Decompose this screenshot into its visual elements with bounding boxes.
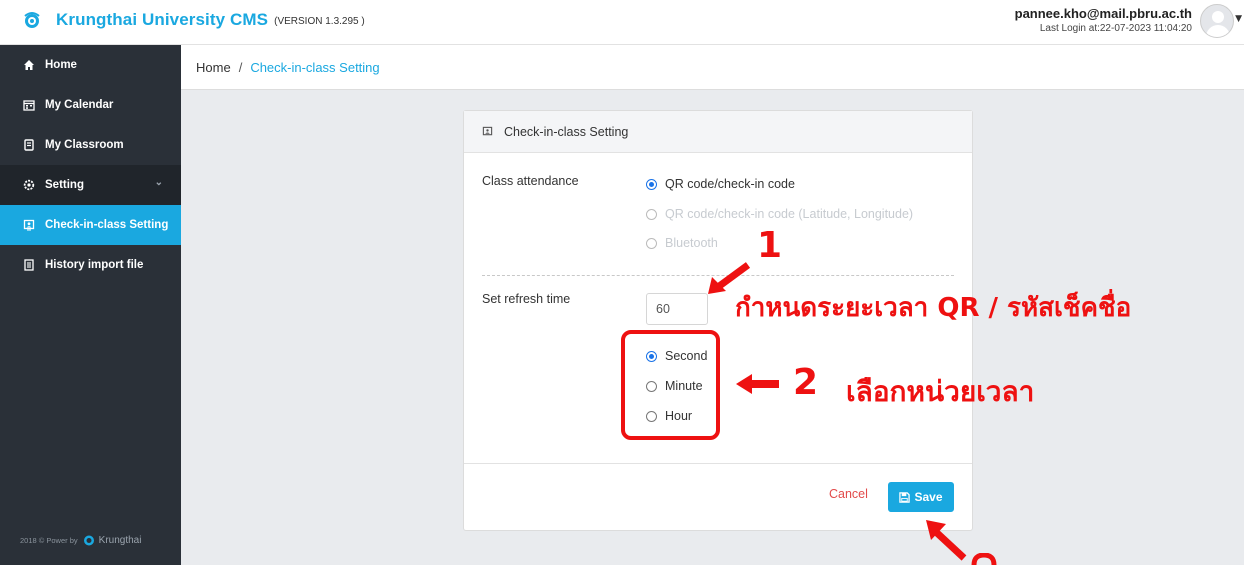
top-header: Krungthai University CMS (VERSION 1.3.29…: [0, 0, 1244, 45]
sidebar-item-home[interactable]: Home: [0, 45, 181, 85]
sidebar-item-history-import-file[interactable]: History import file: [0, 245, 181, 285]
gear-icon: [22, 178, 36, 192]
cancel-button[interactable]: Cancel: [829, 487, 868, 501]
sidebar-item-my-classroom[interactable]: My Classroom: [0, 125, 181, 165]
footer-text: 2018 © Power by: [20, 535, 78, 545]
checkin-icon: [22, 218, 36, 232]
checkin-icon: [482, 126, 494, 138]
radio-selected[interactable]: [646, 178, 657, 190]
sidebar-item-label: My Classroom: [45, 139, 124, 151]
annotation-step2-text: เลือกหน่วยเวลา: [846, 375, 1035, 408]
chevron-down-icon: ⌄: [154, 177, 163, 188]
annotation-step1-text: กำหนดระยะเวลา QR / รหัสเช็คชื่อ: [735, 293, 1132, 323]
calendar-icon: [22, 98, 36, 112]
sidebar-item-label: Check-in-class Setting: [45, 219, 169, 231]
save-icon: [899, 491, 911, 503]
app-version: (VERSION 1.3.295 ): [274, 16, 365, 27]
book-icon: [22, 138, 36, 152]
krungthai-footer-logo-icon: [82, 533, 96, 547]
sidebar-item-my-calendar[interactable]: My Calendar: [0, 85, 181, 125]
breadcrumb-home[interactable]: Home: [196, 60, 231, 75]
breadcrumb-separator: /: [238, 59, 243, 75]
sidebar-item-label: Home: [45, 59, 77, 71]
avatar[interactable]: [1200, 4, 1234, 38]
user-menu-caret-icon[interactable]: ▼: [1235, 14, 1242, 24]
user-info[interactable]: pannee.kho@mail.pbru.ac.th Last Login at…: [1015, 6, 1192, 34]
annotation-arrow-2-icon: [736, 374, 779, 394]
attendance-option-qr-location[interactable]: QR code/check-in code (Latitude, Longitu…: [646, 207, 913, 221]
sidebar-footer: 2018 © Power by Krungthai: [20, 533, 141, 547]
attendance-option-bluetooth[interactable]: Bluetooth: [646, 236, 718, 250]
brand-name: Krungthai University CMS: [56, 10, 269, 29]
attendance-label: Class attendance: [482, 174, 579, 188]
card-header: Check-in-class Setting: [464, 111, 972, 153]
sidebar-item-label: My Calendar: [45, 99, 114, 111]
option-label: QR code/check-in code: [665, 177, 795, 191]
krungthai-logo-icon: [22, 10, 42, 30]
save-label: Save: [914, 490, 943, 504]
home-icon: [22, 58, 36, 72]
sidebar-item-label: Setting: [45, 179, 84, 191]
footer-brand: Krungthai: [98, 534, 142, 546]
annotation-step3-partial-icon: [971, 553, 997, 565]
refresh-time-label: Set refresh time: [482, 292, 571, 306]
attendance-option-qr[interactable]: QR code/check-in code: [646, 177, 795, 191]
breadcrumb: Home / Check-in-class Setting: [181, 45, 1244, 90]
file-icon: [22, 258, 36, 272]
option-label: Bluetooth: [665, 236, 718, 250]
annotation-step2-number: 2: [793, 362, 819, 403]
annotation-arrow-3-icon: [926, 520, 967, 561]
radio-unselected[interactable]: [646, 208, 657, 220]
radio-unselected[interactable]: [646, 237, 657, 249]
last-login: Last Login at:22-07-2023 11:04:20: [1039, 23, 1192, 34]
sidebar: Home My Calendar My Classroom Setting ⌄ …: [0, 45, 181, 565]
sidebar-item-setting[interactable]: Setting ⌄: [0, 165, 181, 205]
refresh-time-input[interactable]: 60: [646, 293, 708, 325]
sidebar-item-label: History import file: [45, 259, 144, 271]
annotation-step1-number: 1: [757, 225, 783, 266]
sidebar-item-check-in-class-setting[interactable]: Check-in-class Setting: [0, 205, 181, 245]
breadcrumb-current[interactable]: Check-in-class Setting: [250, 60, 379, 75]
annotation-unit-box: [621, 330, 720, 440]
user-email: pannee.kho@mail.pbru.ac.th: [1014, 6, 1192, 21]
option-label: QR code/check-in code (Latitude, Longitu…: [665, 207, 914, 221]
card-footer-divider: [464, 463, 972, 464]
card-title: Check-in-class Setting: [504, 124, 629, 139]
save-button[interactable]: Save: [888, 482, 954, 512]
brand[interactable]: Krungthai University CMS (VERSION 1.3.29…: [22, 10, 365, 30]
